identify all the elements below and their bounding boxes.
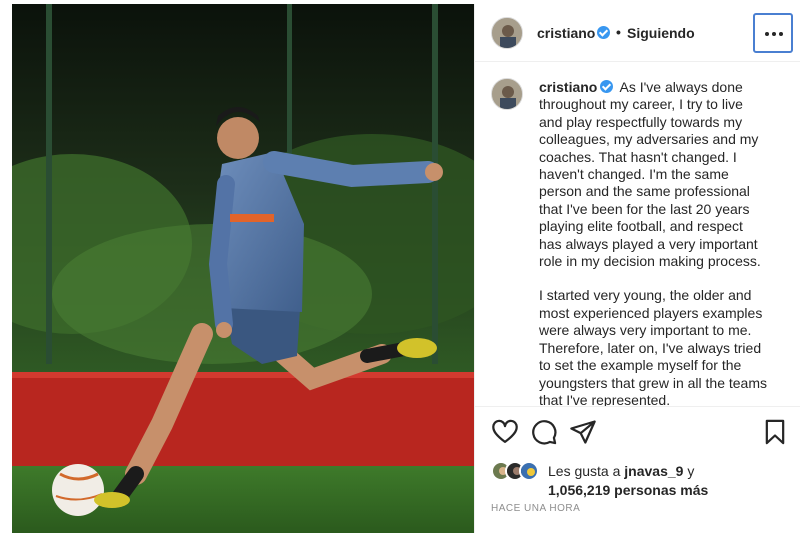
share-button[interactable] bbox=[569, 418, 597, 446]
more-dot-icon bbox=[765, 32, 769, 36]
heart-icon bbox=[492, 419, 518, 444]
action-bar bbox=[475, 418, 800, 448]
post-side-panel: cristiano • Siguiendo cristiano As I've … bbox=[474, 4, 800, 533]
like-button[interactable] bbox=[491, 418, 519, 446]
caption-username[interactable]: cristiano bbox=[539, 79, 597, 95]
liked-by-conjunction: y bbox=[687, 463, 695, 479]
more-dot-icon bbox=[772, 32, 776, 36]
verified-badge-icon bbox=[597, 26, 610, 39]
save-button[interactable] bbox=[761, 418, 789, 446]
post-timestamp[interactable]: HACE UNA HORA bbox=[491, 503, 580, 514]
caption-section: cristiano As I've always done throughout… bbox=[475, 62, 800, 407]
post-header: cristiano • Siguiendo bbox=[475, 4, 800, 62]
liker-username[interactable]: jnavas_9 bbox=[624, 463, 683, 479]
paper-plane-icon bbox=[570, 420, 596, 444]
verified-badge-icon bbox=[600, 80, 614, 93]
likes-count-link[interactable]: 1,056,219 personas más bbox=[548, 482, 708, 498]
comment-icon bbox=[532, 420, 557, 445]
caption-text: cristiano As I've always done throughout… bbox=[539, 79, 769, 407]
separator-dot: • bbox=[616, 24, 621, 40]
author-avatar[interactable] bbox=[491, 17, 523, 49]
post-photo[interactable] bbox=[12, 4, 474, 533]
liker-avatar[interactable] bbox=[519, 461, 539, 481]
caption-avatar[interactable] bbox=[491, 78, 523, 110]
liked-by-text: Les gusta a jnavas_9 y bbox=[548, 463, 694, 479]
bookmark-icon bbox=[765, 419, 785, 445]
instagram-post: cristiano • Siguiendo cristiano As I've … bbox=[0, 0, 800, 533]
caption-paragraph-2: I started very young, the older and most… bbox=[539, 287, 768, 407]
more-options-button[interactable] bbox=[753, 13, 793, 53]
caption-paragraph-1: As I've always done throughout my career… bbox=[539, 79, 761, 270]
comment-button[interactable] bbox=[530, 418, 558, 446]
liked-by-prefix: Les gusta a bbox=[548, 463, 621, 479]
following-button[interactable]: Siguiendo bbox=[627, 25, 695, 41]
more-dot-icon bbox=[779, 32, 783, 36]
author-username[interactable]: cristiano bbox=[537, 25, 595, 41]
likes-section: Les gusta a jnavas_9 y 1,056,219 persona… bbox=[491, 459, 791, 499]
